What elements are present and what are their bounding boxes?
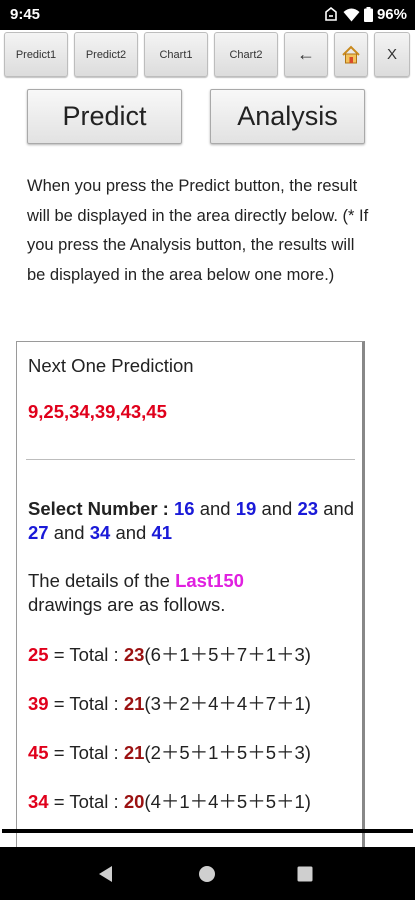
back-arrow-icon: ← — [297, 44, 315, 64]
close-button[interactable]: X — [374, 32, 410, 77]
stat-row: 34 = Total : 20(4＋1＋4＋5＋5＋1) — [28, 788, 311, 814]
predict1-button[interactable]: Predict1 — [4, 32, 68, 77]
bottom-divider — [2, 829, 413, 833]
stat-total: 21 — [123, 742, 145, 763]
stat-row: 39 = Total : 21(3＋2＋4＋4＋7＋1) — [28, 690, 311, 716]
stat-row: 45 = Total : 21(2＋5＋1＋5＋5＋3) — [28, 739, 311, 765]
toolbar: Predict1 Predict2 Chart1 Chart2 ← X — [0, 30, 415, 82]
result-panel: Next One Prediction 9,25,34,39,43,45 Sel… — [16, 341, 365, 861]
stat-breakdown: (2＋5＋1＋5＋5＋3) — [144, 742, 311, 763]
square-recents-icon — [297, 866, 313, 882]
stat-number: 39 — [28, 693, 49, 714]
and-word: and — [261, 498, 293, 519]
analysis-button[interactable]: Analysis — [210, 89, 365, 144]
triangle-back-icon — [99, 866, 112, 882]
predict2-button[interactable]: Predict2 — [74, 32, 138, 77]
rotate-icon — [325, 6, 337, 21]
stat-breakdown: (4＋1＋4＋5＋5＋1) — [144, 791, 311, 812]
stat-row: 25 = Total : 23(6＋1＋5＋7＋1＋3) — [28, 641, 311, 667]
battery-icon — [363, 7, 373, 22]
wifi-icon — [343, 8, 360, 22]
and-word: and — [115, 522, 147, 543]
and-word: and — [53, 522, 85, 543]
stat-breakdown: (6＋1＋5＋7＋1＋3) — [144, 644, 311, 665]
chart1-button[interactable]: Chart1 — [144, 32, 208, 77]
nav-home-button[interactable] — [194, 861, 220, 887]
stat-label: = Total : — [53, 644, 119, 665]
details-suffix: drawings are as follows. — [28, 594, 226, 615]
details-highlight: Last150 — [175, 570, 244, 591]
home-button[interactable] — [334, 32, 368, 77]
battery-percent: 96% — [376, 6, 407, 23]
select-number-line: Select Number : 16 and 19 and 23 and 27 … — [28, 497, 358, 545]
nav-recents-button[interactable] — [292, 861, 318, 887]
divider — [26, 459, 355, 460]
select-number: 41 — [151, 522, 173, 543]
prediction-title: Next One Prediction — [28, 355, 194, 376]
select-number: 19 — [235, 498, 257, 519]
and-word: and — [199, 498, 231, 519]
back-button[interactable]: ← — [284, 32, 328, 77]
stat-label: = Total : — [53, 742, 119, 763]
chart2-button[interactable]: Chart2 — [214, 32, 278, 77]
stat-total: 20 — [123, 791, 145, 812]
prediction-numbers: 9,25,34,39,43,45 — [28, 401, 167, 422]
stat-total: 23 — [123, 644, 145, 665]
status-time: 9:45 — [10, 6, 41, 23]
select-number: 27 — [28, 522, 49, 543]
stat-label: = Total : — [53, 791, 119, 812]
circle-home-icon — [199, 866, 215, 882]
intro-text: When you press the Predict button, the r… — [27, 177, 369, 284]
stat-total: 21 — [123, 693, 145, 714]
and-word: and — [323, 498, 355, 519]
stat-breakdown: (3＋2＋4＋4＋7＋1) — [144, 693, 311, 714]
home-icon — [342, 45, 360, 63]
details-text: The details of the Last150 drawings are … — [28, 569, 358, 617]
stat-number: 34 — [28, 791, 49, 812]
status-icons: 96% — [323, 6, 407, 23]
nav-back-button[interactable] — [92, 861, 118, 887]
navigation-bar — [0, 847, 415, 900]
stat-label: = Total : — [53, 693, 119, 714]
predict-button[interactable]: Predict — [27, 89, 182, 144]
select-number: 34 — [89, 522, 111, 543]
stat-number: 25 — [28, 644, 49, 665]
select-label: Select Number : — [28, 498, 169, 519]
details-prefix: The details of the — [28, 570, 170, 591]
stat-number: 45 — [28, 742, 49, 763]
select-number: 16 — [174, 498, 195, 519]
select-number: 23 — [297, 498, 319, 519]
status-bar: 9:45 96% — [0, 0, 415, 30]
